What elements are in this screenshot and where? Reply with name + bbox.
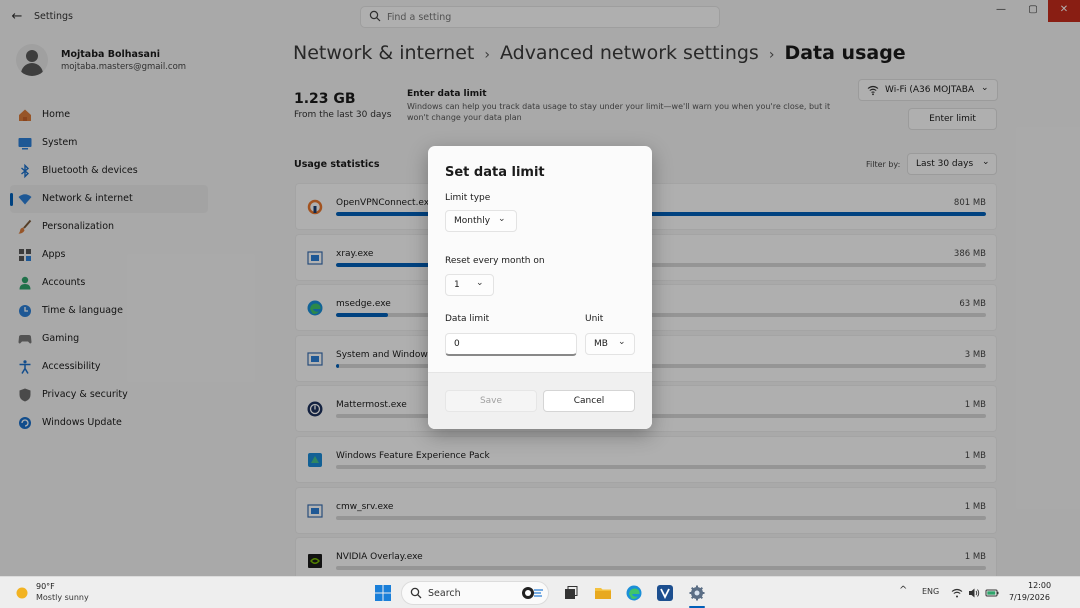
clock-time[interactable]: 12:00 — [1028, 581, 1051, 590]
weather-condition[interactable]: Mostly sunny — [36, 593, 89, 602]
windows-start-icon[interactable] — [374, 584, 392, 602]
input-language[interactable]: ENG — [922, 587, 939, 596]
dialog-title: Set data limit — [445, 165, 545, 180]
chevron-down-icon: ⌄ — [618, 337, 626, 347]
search-highlight-icon — [522, 587, 543, 599]
save-button[interactable]: Save — [445, 390, 537, 412]
taskbar: 90°F Mostly sunny Search ^ ENG 12:00 7/1… — [0, 576, 1080, 608]
clock-date[interactable]: 7/19/2026 — [1008, 593, 1050, 602]
task-view-icon[interactable] — [562, 584, 580, 602]
taskbar-search-label: Search — [428, 588, 461, 599]
sun-icon[interactable] — [14, 585, 30, 601]
volume-icon[interactable] — [968, 587, 980, 599]
data-limit-input[interactable] — [445, 333, 577, 356]
chevron-down-icon: ⌄ — [476, 278, 484, 288]
unit-select[interactable]: MB ⌄ — [585, 333, 635, 355]
reset-day-value: 1 — [454, 280, 460, 290]
unit-value: MB — [594, 339, 608, 349]
set-data-limit-dialog: Set data limit Limit type Monthly ⌄ Rese… — [428, 146, 652, 429]
chevron-down-icon: ⌄ — [498, 214, 506, 224]
edge-icon[interactable] — [625, 584, 643, 602]
reset-day-label: Reset every month on — [445, 256, 545, 266]
chevron-up-icon[interactable]: ^ — [899, 585, 907, 596]
cancel-button[interactable]: Cancel — [543, 390, 635, 412]
wifi-tray-icon[interactable] — [951, 587, 963, 599]
search-icon — [410, 587, 422, 599]
taskbar-search[interactable]: Search — [401, 581, 549, 605]
reset-day-select[interactable]: 1 ⌄ — [445, 274, 494, 296]
dialog-footer: Save Cancel — [428, 372, 652, 429]
battery-icon[interactable] — [985, 587, 1000, 599]
limit-type-select[interactable]: Monthly ⌄ — [445, 210, 517, 232]
data-limit-label: Data limit — [445, 314, 490, 324]
vpn-app-icon[interactable] — [656, 584, 674, 602]
settings-gear-icon[interactable] — [688, 584, 706, 602]
weather-temp[interactable]: 90°F — [36, 582, 55, 591]
unit-label: Unit — [585, 314, 604, 324]
limit-type-label: Limit type — [445, 193, 491, 203]
limit-type-value: Monthly — [454, 216, 491, 226]
file-explorer-icon[interactable] — [594, 584, 612, 602]
